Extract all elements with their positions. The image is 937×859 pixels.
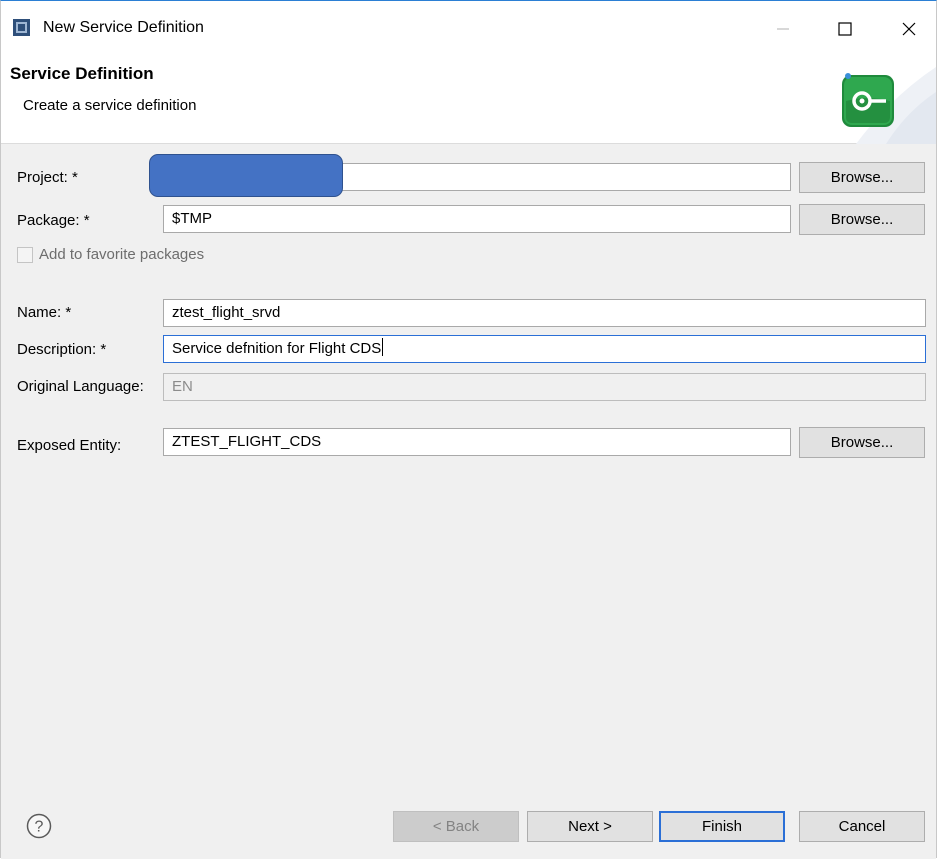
minimize-button[interactable] [761, 9, 805, 49]
description-input[interactable]: Service defnition for Flight CDS [163, 335, 926, 363]
exposed-entity-label: Exposed Entity: [17, 437, 122, 454]
exposed-entity-input[interactable]: ZTEST_FLIGHT_CDS [163, 428, 791, 456]
package-input[interactable]: $TMP [163, 205, 791, 233]
project-browse-button[interactable]: Browse... [799, 162, 925, 193]
language-label: Original Language: [17, 378, 144, 395]
name-input[interactable]: ztest_flight_srvd [163, 299, 926, 327]
maximize-button[interactable] [823, 9, 867, 49]
favorite-packages-checkbox[interactable] [17, 247, 33, 263]
maximize-icon [838, 22, 852, 36]
favorite-packages-label: Add to favorite packages [39, 246, 205, 263]
project-label: Project: * [17, 169, 78, 186]
close-icon [902, 22, 916, 36]
service-definition-wizard-icon [842, 73, 894, 127]
wizard-header: Service Definition Create a service defi… [1, 57, 936, 144]
page-subtitle: Create a service definition [23, 97, 197, 114]
banner-decoration [796, 57, 936, 144]
cancel-button[interactable]: Cancel [799, 811, 925, 842]
svg-text:?: ? [35, 819, 44, 836]
package-browse-button[interactable]: Browse... [799, 204, 925, 235]
form-area: Project: * Browse... Package: * $TMP Bro… [1, 144, 936, 789]
language-input: EN [163, 373, 926, 401]
button-bar: ? < Back Next > Finish Cancel [1, 789, 936, 859]
finish-button[interactable]: Finish [659, 811, 785, 842]
text-caret [382, 338, 384, 356]
page-title: Service Definition [10, 64, 154, 83]
close-button[interactable] [887, 9, 931, 49]
dialog-window: New Service Definition Service Definitio… [0, 0, 937, 859]
next-button[interactable]: Next > [527, 811, 653, 842]
back-button[interactable]: < Back [393, 811, 519, 842]
package-label: Package: * [17, 212, 90, 229]
minimize-icon [777, 28, 789, 30]
title-bar[interactable]: New Service Definition [1, 1, 936, 57]
description-text: Service defnition for Flight CDS [172, 340, 382, 357]
eclipse-app-icon [13, 19, 30, 36]
help-icon[interactable]: ? [26, 813, 52, 839]
exposed-entity-browse-button[interactable]: Browse... [799, 427, 925, 458]
description-label: Description: * [17, 341, 107, 358]
window-title: New Service Definition [43, 19, 204, 36]
name-label: Name: * [17, 304, 72, 321]
redacted-project-overlay [149, 154, 343, 197]
